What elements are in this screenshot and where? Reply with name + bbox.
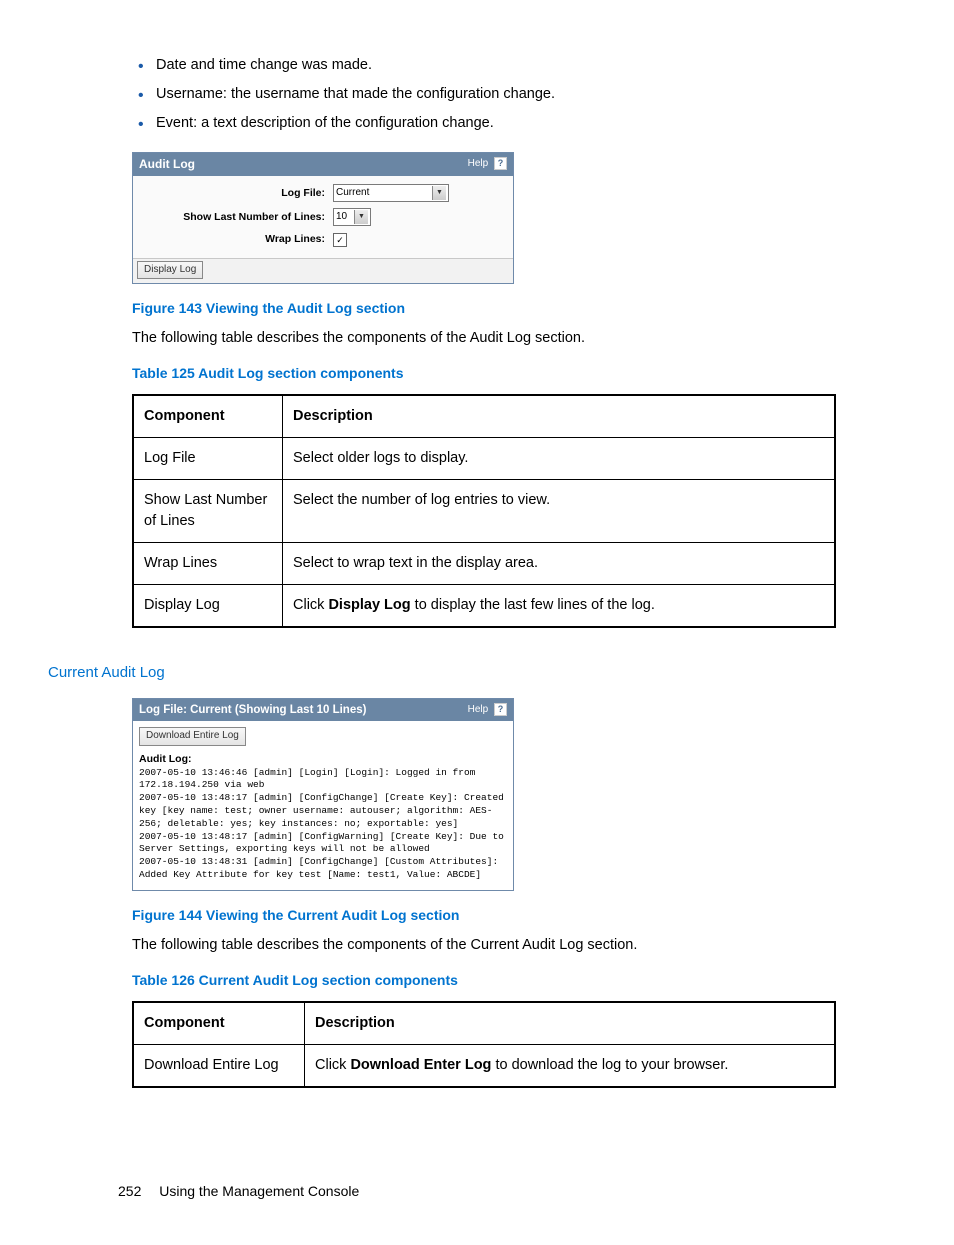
log-label: Audit Log: [139,753,191,765]
log-text-area: Audit Log: 2007-05-10 13:46:46 [admin] [… [139,752,507,882]
table-caption-126: Table 126 Current Audit Log section comp… [132,970,836,990]
panel-footer: Display Log [133,258,513,284]
panel-title: Audit Log [139,156,195,173]
bullet-item: Date and time change was made. [156,55,836,76]
th-component: Component [133,395,283,438]
row-logfile: Log File: Current ▼ [143,184,503,202]
table-caption-125: Table 125 Audit Log section components [132,363,836,383]
help-link[interactable]: Help ? [468,157,507,172]
bullet-item: Event: a text description of the configu… [156,113,836,134]
select-value: Current [336,186,369,200]
td-component: Display Log [133,584,283,627]
strong-text: Download Enter Log [350,1057,491,1073]
label-wrap: Wrap Lines: [143,232,333,247]
help-icon: ? [494,157,507,170]
text: to download the log to your browser. [491,1057,728,1073]
audit-log-panel: Audit Log Help ? Log File: Current ▼ Sho… [132,152,514,284]
display-log-button[interactable]: Display Log [137,261,203,280]
select-logfile[interactable]: Current ▼ [333,184,449,202]
figure-caption-144: Figure 144 Viewing the Current Audit Log… [132,905,836,925]
help-text: Help [468,158,489,169]
th-component: Component [133,1002,305,1045]
select-value: 10 [336,210,347,224]
text: to display the last few lines of the log… [411,597,655,613]
row-show-lines: Show Last Number of Lines: 10 ▼ [143,208,503,226]
section-heading-current: Current Audit Log [48,662,836,684]
label-logfile: Log File: [143,186,333,201]
table-row: Show Last Number of Lines Select the num… [133,479,835,542]
panel-title: Log File: Current (Showing Last 10 Lines… [139,702,366,719]
table-125: Component Description Log File Select ol… [132,394,836,628]
bullet-item: Username: the username that made the con… [156,84,836,105]
td-component: Show Last Number of Lines [133,479,283,542]
table-126: Component Description Download Entire Lo… [132,1001,836,1088]
td-component: Wrap Lines [133,542,283,584]
td-component: Log File [133,437,283,479]
table-head-row: Component Description [133,1002,835,1045]
label-show-lines: Show Last Number of Lines: [143,210,333,225]
help-icon: ? [494,703,507,716]
page-number: 252 [118,1183,141,1199]
td-description: Click Download Enter Log to download the… [305,1044,836,1087]
text: Click [315,1057,350,1073]
bullet-list: Date and time change was made. Username:… [132,55,836,134]
paragraph: The following table describes the compon… [132,328,836,349]
panel-header: Audit Log Help ? [133,153,513,176]
log-file-panel: Log File: Current (Showing Last 10 Lines… [132,698,514,891]
panel-header: Log File: Current (Showing Last 10 Lines… [133,699,513,722]
table-row: Wrap Lines Select to wrap text in the di… [133,542,835,584]
help-text: Help [468,704,489,715]
figure-caption-143: Figure 143 Viewing the Audit Log section [132,298,836,318]
table-head-row: Component Description [133,395,835,438]
select-lines[interactable]: 10 ▼ [333,208,371,226]
chevron-down-icon: ▼ [354,210,368,224]
td-description: Click Display Log to display the last fe… [283,584,836,627]
chevron-down-icon: ▼ [432,186,446,200]
td-description: Select older logs to display. [283,437,836,479]
log-content: 2007-05-10 13:46:46 [admin] [Login] [Log… [139,767,510,881]
text: Click [293,597,328,613]
th-description: Description [305,1002,836,1045]
row-wrap: Wrap Lines: ✓ [143,232,503,247]
log-body: Download Entire Log Audit Log: 2007-05-1… [133,721,513,890]
paragraph: The following table describes the compon… [132,935,836,956]
table-row: Log File Select older logs to display. [133,437,835,479]
check-mark: ✓ [336,234,344,247]
panel-body: Log File: Current ▼ Show Last Number of … [133,176,513,257]
checkbox-wrap[interactable]: ✓ [333,233,347,247]
table-row: Display Log Click Display Log to display… [133,584,835,627]
td-description: Select the number of log entries to view… [283,479,836,542]
download-log-button[interactable]: Download Entire Log [139,727,246,746]
help-link[interactable]: Help ? [468,703,507,718]
td-component: Download Entire Log [133,1044,305,1087]
th-description: Description [283,395,836,438]
td-description: Select to wrap text in the display area. [283,542,836,584]
page-footer: 252 Using the Management Console [118,1181,359,1201]
strong-text: Display Log [328,597,410,613]
table-row: Download Entire Log Click Download Enter… [133,1044,835,1087]
chapter-title: Using the Management Console [159,1183,359,1199]
